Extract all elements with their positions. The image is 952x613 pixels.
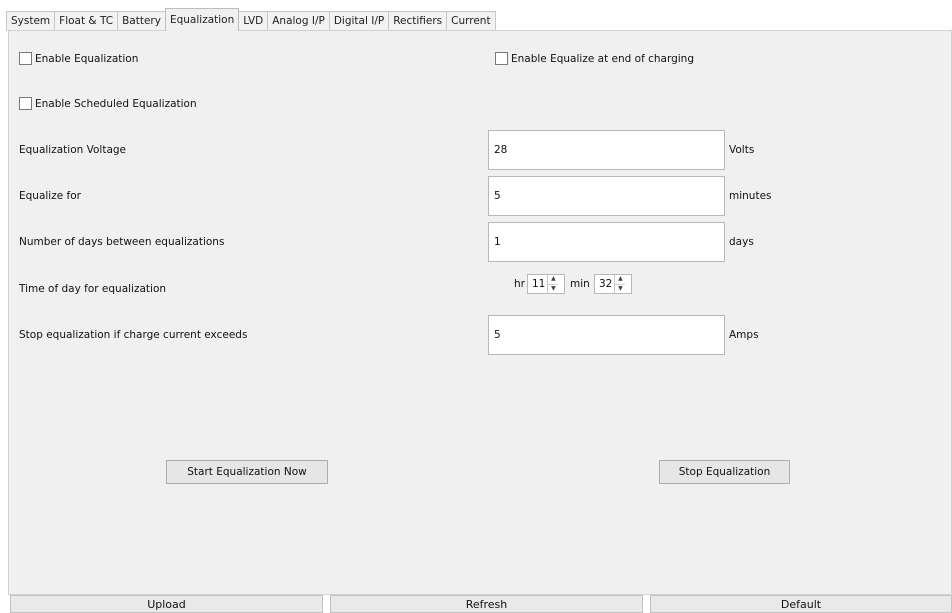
voltage-input[interactable]: 28 — [488, 130, 725, 170]
tab-equalization[interactable]: Equalization — [164, 8, 240, 31]
tab-float-tc[interactable]: Float & TC — [54, 11, 119, 31]
stop-current-label: Stop equalization if charge current exce… — [19, 329, 248, 341]
minute-label: min — [570, 278, 590, 290]
minute-down-icon[interactable]: ▼ — [615, 283, 626, 294]
enable-equalize-end-checkbox[interactable]: Enable Equalize at end of charging — [495, 52, 694, 65]
tab-analog-ip[interactable]: Analog I/P — [267, 11, 330, 31]
start-equalization-button[interactable]: Start Equalization Now — [166, 460, 328, 484]
enable-scheduled-checkbox[interactable]: Enable Scheduled Equalization — [19, 97, 197, 110]
checkbox-box[interactable] — [19, 52, 32, 65]
hour-up-icon[interactable]: ▲ — [548, 275, 558, 284]
tab-digital-ip[interactable]: Digital I/P — [328, 11, 390, 31]
hour-value: 11 — [532, 278, 546, 290]
duration-label: Equalize for — [19, 190, 81, 202]
hour-spinner[interactable]: 11 ▲ ▼ — [527, 274, 565, 294]
enable-equalization-checkbox[interactable]: Enable Equalization — [19, 52, 138, 65]
tab-system[interactable]: System — [6, 11, 56, 31]
hour-label: hr — [514, 278, 525, 290]
stop-current-value: 5 — [494, 329, 501, 341]
checkbox-box[interactable] — [19, 97, 32, 110]
days-between-input[interactable]: 1 — [488, 222, 725, 262]
tab-lvd[interactable]: LVD — [238, 11, 269, 31]
enable-equalization-label: Enable Equalization — [35, 52, 139, 65]
hour-spinner-buttons: ▲ ▼ — [547, 275, 559, 294]
minute-spinner-buttons: ▲ ▼ — [614, 275, 626, 294]
stop-equalization-button[interactable]: Stop Equalization — [659, 460, 790, 484]
stop-current-input[interactable]: 5 — [488, 315, 725, 355]
enable-equalize-end-label: Enable Equalize at end of charging — [511, 52, 694, 65]
minute-up-icon[interactable]: ▲ — [615, 275, 625, 284]
equalization-panel: Enable Equalization Enable Equalize at e… — [8, 30, 952, 595]
voltage-unit: Volts — [729, 144, 755, 156]
voltage-value: 28 — [494, 144, 508, 156]
tab-bar: System Float & TC Battery Equalization L… — [6, 8, 496, 31]
minute-value: 32 — [599, 278, 613, 290]
default-button[interactable]: Default — [650, 595, 952, 613]
duration-unit: minutes — [729, 190, 772, 202]
duration-input[interactable]: 5 — [488, 176, 725, 216]
voltage-label: Equalization Voltage — [19, 144, 127, 156]
hour-down-icon[interactable]: ▼ — [548, 283, 559, 294]
tab-rectifiers[interactable]: Rectifiers — [388, 11, 448, 31]
tab-current[interactable]: Current — [446, 11, 496, 31]
days-between-label: Number of days between equalizations — [19, 236, 225, 248]
enable-scheduled-label: Enable Scheduled Equalization — [35, 97, 197, 110]
duration-value: 5 — [494, 190, 501, 202]
stop-current-unit: Amps — [729, 329, 759, 341]
days-between-unit: days — [729, 236, 754, 248]
checkbox-box[interactable] — [495, 52, 508, 65]
tab-battery[interactable]: Battery — [117, 11, 166, 31]
days-between-value: 1 — [494, 236, 501, 248]
refresh-button[interactable]: Refresh — [330, 595, 643, 613]
minute-spinner[interactable]: 32 ▲ ▼ — [594, 274, 632, 294]
upload-button[interactable]: Upload — [10, 595, 323, 613]
time-of-day-label: Time of day for equalization — [19, 283, 167, 295]
